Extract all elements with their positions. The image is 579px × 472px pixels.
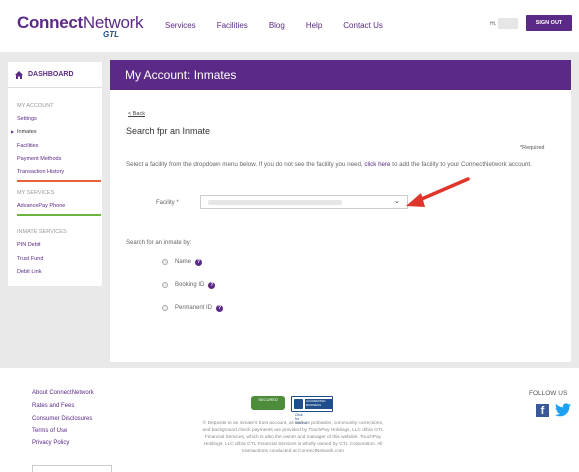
logo-connect-text: Connect (17, 13, 83, 32)
facebook-icon[interactable]: f (536, 404, 549, 417)
sidebar-item-transaction-history[interactable]: Transaction History (17, 169, 64, 175)
search-heading: Search fpr an Inmate (126, 126, 211, 136)
sidebar-item-inmates[interactable]: Inmates (11, 129, 36, 135)
sidebar-item-facilities[interactable]: Facilities (17, 143, 38, 149)
chevron-down-icon: ⌄ (394, 198, 400, 205)
connectnetwork-logo[interactable]: ConnectNetwork GTL (17, 13, 143, 39)
sidebar-item-trust-fund[interactable]: Trust Fund (17, 256, 43, 262)
dashboard-link[interactable]: DASHBOARD (8, 62, 102, 88)
home-icon (15, 71, 23, 79)
nav-services[interactable]: Services (165, 21, 196, 30)
name-radio[interactable] (162, 259, 168, 265)
back-link[interactable]: < Back (128, 111, 145, 117)
red-pointer-arrow-icon (406, 177, 470, 207)
sidebar-item-debit-link[interactable]: Debit Link (17, 269, 41, 275)
help-question-icon[interactable]: ? (195, 258, 203, 266)
required-note: *Required (520, 145, 545, 151)
booking-id-radio[interactable] (162, 282, 168, 288)
section-inmate-services: INMATE SERVICES (17, 229, 67, 235)
site-header: ConnectNetwork GTL Services Facilities B… (0, 0, 579, 52)
sign-out-button[interactable]: SIGN OUT (526, 15, 572, 31)
follow-us-label: FOLLOW US (529, 390, 568, 397)
footer-rates-link[interactable]: Rates and Fees (32, 403, 74, 409)
permanent-id-radio[interactable] (162, 305, 168, 311)
redacted-facility-value (208, 200, 342, 205)
main-nav: Services Facilities Blog Help Contact Us (165, 21, 404, 30)
option-permanent-id[interactable]: Permanent ID ? (162, 303, 224, 313)
footer-terms-link[interactable]: Terms of Use (32, 428, 67, 434)
help-question-icon[interactable]: ? (208, 281, 216, 289)
facility-instructions: Select a facility from the dropdown menu… (126, 160, 566, 170)
booking-id-option-label: Booking ID (175, 282, 205, 288)
instructions-text-start: Select a facility from the dropdown menu… (126, 161, 365, 168)
option-booking-id[interactable]: Booking ID ? (162, 280, 216, 290)
gtl-logo-text: GTL (103, 30, 119, 39)
accredited-business-text: ACCREDITED BUSINESS (305, 399, 332, 409)
transaction-history-accent-bar (17, 180, 101, 182)
search-by-label: Search for an inmate by: (126, 240, 192, 246)
footer-disclosures-link[interactable]: Consumer Disclosures (32, 416, 92, 422)
bbb-accredited-badge[interactable]: ACCREDITED BUSINESS (291, 396, 333, 412)
name-option-label: Name (175, 259, 192, 265)
sidebar-item-advancepay-phone[interactable]: AdvancePay Phone (17, 203, 65, 209)
redacted-username (498, 18, 518, 29)
section-my-account: MY ACCOUNT (17, 103, 54, 109)
section-my-services: MY SERVICES (17, 190, 55, 196)
advancepay-accent-bar (17, 214, 101, 216)
instructions-text-end: to add the facility to your ConnectNetwo… (390, 161, 532, 168)
sidebar-item-pin-debit[interactable]: PIN Debit (17, 242, 41, 248)
facility-dropdown[interactable]: ⌄ (200, 195, 408, 209)
footer-privacy-link[interactable]: Privacy Policy (32, 440, 69, 446)
page-title: My Account: Inmates (125, 68, 237, 82)
sidebar-item-payment-methods[interactable]: Payment Methods (17, 156, 61, 162)
secured-badge-text: SECURED (258, 397, 278, 402)
footer-about-link[interactable]: About ConnectNetwork (32, 390, 94, 396)
twitter-icon[interactable] (555, 403, 571, 417)
footer-disclaimer: © Deposits to an inmate's trust account,… (202, 421, 384, 454)
panel-header: My Account: Inmates (110, 60, 571, 90)
option-name[interactable]: Name ? (162, 257, 203, 267)
bbb-logo-icon (294, 399, 303, 409)
secured-badge[interactable]: SECURED (251, 396, 285, 410)
help-question-icon[interactable]: ? (216, 304, 224, 312)
nav-blog[interactable]: Blog (269, 21, 285, 30)
permanent-id-option-label: Permanent ID (175, 305, 213, 311)
nav-facilities[interactable]: Facilities (217, 21, 248, 30)
dashboard-label: DASHBOARD (28, 71, 74, 78)
nav-contact-us[interactable]: Contact Us (343, 21, 383, 30)
facility-label: Facility * (156, 200, 179, 206)
greeting: Hi, (490, 21, 497, 27)
nav-help[interactable]: Help (306, 21, 322, 30)
site-footer: About ConnectNetwork Rates and Fees Cons… (0, 368, 579, 472)
sidebar-item-settings[interactable]: Settings (17, 116, 37, 122)
click-here-link[interactable]: click here (364, 161, 390, 168)
main-panel: My Account: Inmates < Back Search fpr an… (110, 60, 571, 362)
footer-language-box[interactable] (32, 465, 112, 472)
sidebar: DASHBOARD MY ACCOUNT Settings Inmates Fa… (8, 62, 102, 286)
